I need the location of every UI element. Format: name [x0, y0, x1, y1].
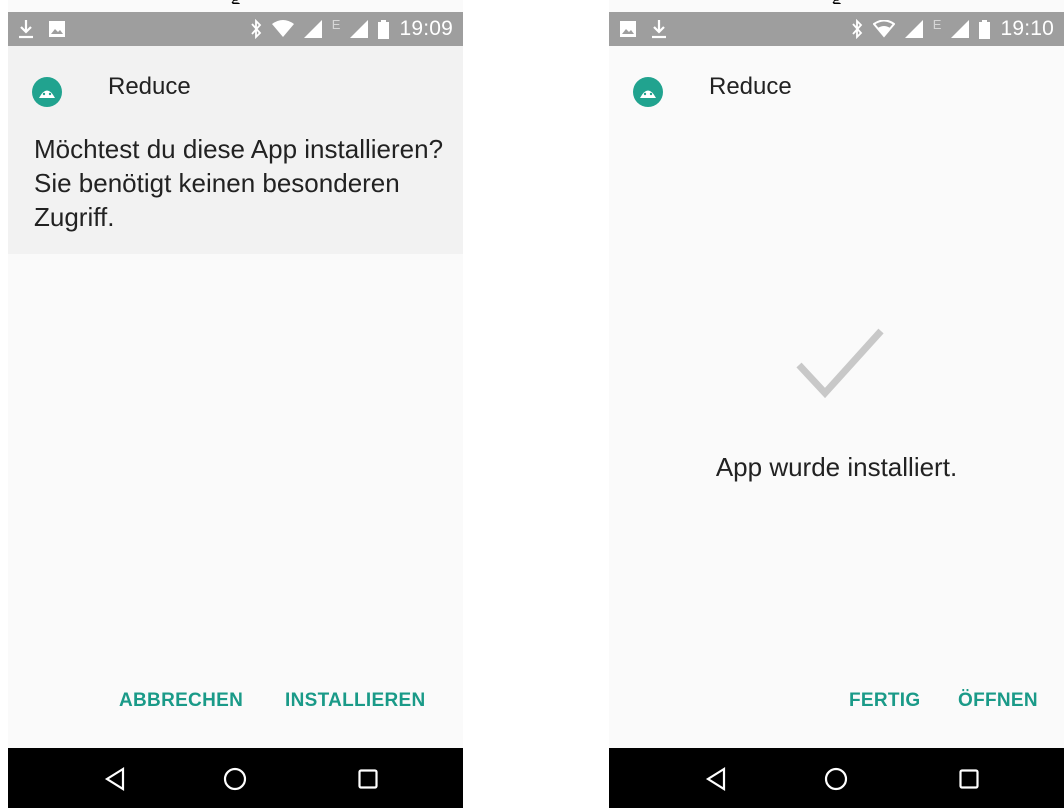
recents-icon[interactable] [952, 762, 986, 796]
signal-icon [303, 20, 322, 38]
android-app-icon [32, 77, 62, 107]
app-name: Reduce [108, 73, 191, 100]
bluetooth-icon [851, 19, 863, 39]
app-name: Reduce [709, 73, 792, 100]
status-bar: E 19:10 [609, 12, 1064, 46]
install-complete-text: App wurde installiert. [715, 452, 958, 482]
install-prompt-text: Möchtest du diese App installieren? Sie … [34, 134, 444, 232]
signal-icon [904, 20, 923, 38]
install-complete-screen: g E 19:1 [609, 0, 1064, 808]
done-button[interactable]: FERTIG [849, 690, 920, 712]
signal-icon [951, 20, 970, 38]
back-icon[interactable] [699, 762, 733, 796]
install-button[interactable]: INSTALLIEREN [285, 690, 425, 712]
back-icon[interactable] [98, 762, 132, 796]
navigation-bar [8, 748, 463, 808]
network-type-label: E [331, 16, 341, 32]
cropped-caption-fragment: g [609, 0, 1064, 4]
checkmark-icon [795, 325, 885, 405]
battery-icon [979, 19, 991, 39]
image-icon [619, 20, 637, 38]
bluetooth-icon [250, 19, 262, 39]
install-prompt-screen: g E 19:0 [8, 0, 463, 808]
android-app-icon [633, 77, 663, 107]
status-time: 19:10 [1000, 17, 1054, 40]
wifi-icon [872, 20, 895, 38]
network-type-label: E [932, 16, 942, 32]
battery-icon [378, 19, 390, 39]
wifi-icon [271, 20, 294, 38]
app-header: Reduce [609, 46, 1064, 126]
cancel-button[interactable]: ABBRECHEN [119, 690, 243, 712]
download-icon [18, 19, 34, 39]
app-header: Reduce Möchtest du diese App installiere… [8, 46, 463, 254]
home-icon[interactable] [218, 762, 252, 796]
recents-icon[interactable] [351, 762, 385, 796]
signal-icon [350, 20, 369, 38]
cropped-caption-fragment: g [8, 0, 463, 4]
download-icon [651, 19, 667, 39]
home-icon[interactable] [819, 762, 853, 796]
status-bar: E 19:09 [8, 12, 463, 46]
image-icon [48, 20, 66, 38]
navigation-bar [609, 748, 1064, 808]
status-time: 19:09 [399, 17, 453, 40]
open-button[interactable]: ÖFFNEN [958, 690, 1038, 712]
